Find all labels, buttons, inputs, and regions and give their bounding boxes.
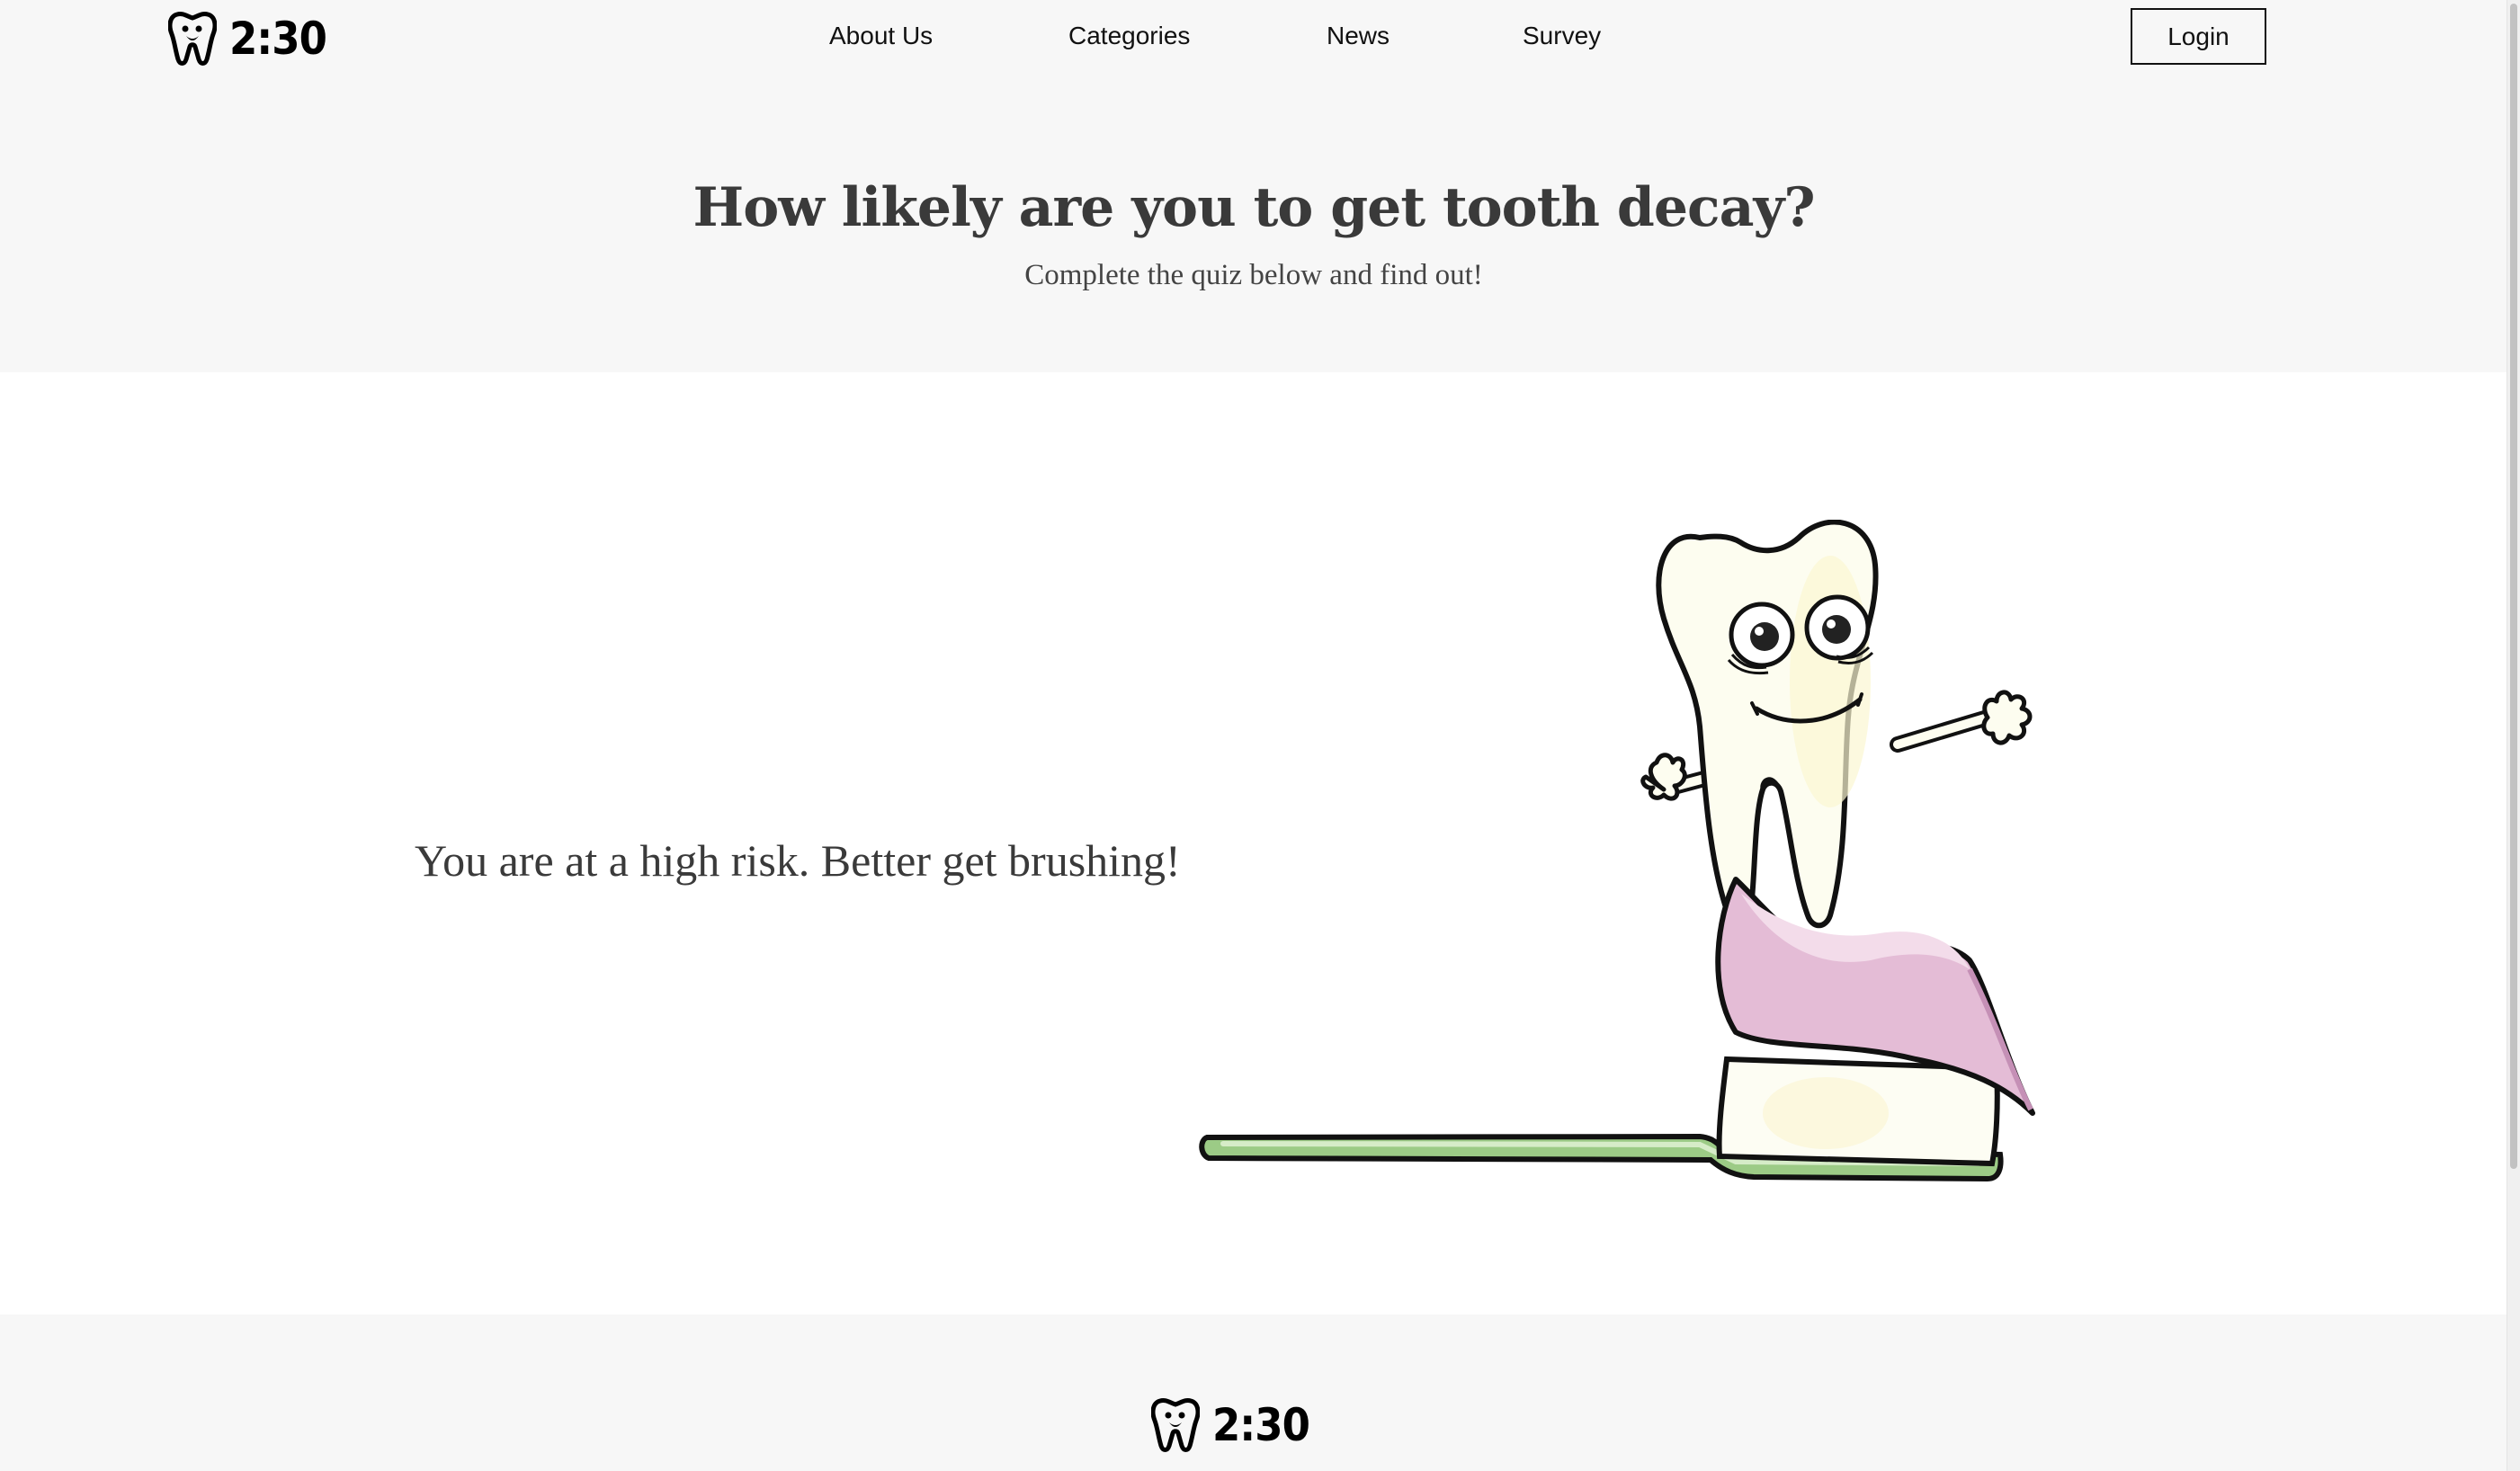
footer: 2:30 (0, 1315, 2507, 1471)
scrollbar-thumb[interactable] (2510, 4, 2517, 1169)
tooth-icon (1151, 1398, 1200, 1452)
page-title: How likely are you to get tooth decay? (693, 176, 1816, 239)
tooth-on-toothbrush-illustration (1199, 520, 2035, 1182)
login-button[interactable]: Login (2131, 8, 2266, 65)
tooth-character (1640, 520, 2033, 929)
nav-news[interactable]: News (1327, 22, 1390, 50)
quiz-result-section: You are at a high risk. Better get brush… (0, 372, 2507, 1315)
footer-brand-name: 2:30 (1212, 1399, 1310, 1451)
vertical-scrollbar[interactable] (2507, 0, 2520, 1471)
top-navbar: 2:30 About Us Categories News Survey Log… (0, 0, 2507, 76)
toothbrush (1199, 1056, 2004, 1182)
nav-about-us[interactable]: About Us (829, 22, 933, 50)
footer-logo[interactable]: 2:30 (1151, 1397, 1310, 1453)
page-subtitle: Complete the quiz below and find out! (1024, 259, 1483, 291)
result-message: You are at a high risk. Better get brush… (415, 835, 1181, 886)
nav-survey[interactable]: Survey (1523, 22, 1601, 50)
nav-categories[interactable]: Categories (1068, 22, 1190, 50)
